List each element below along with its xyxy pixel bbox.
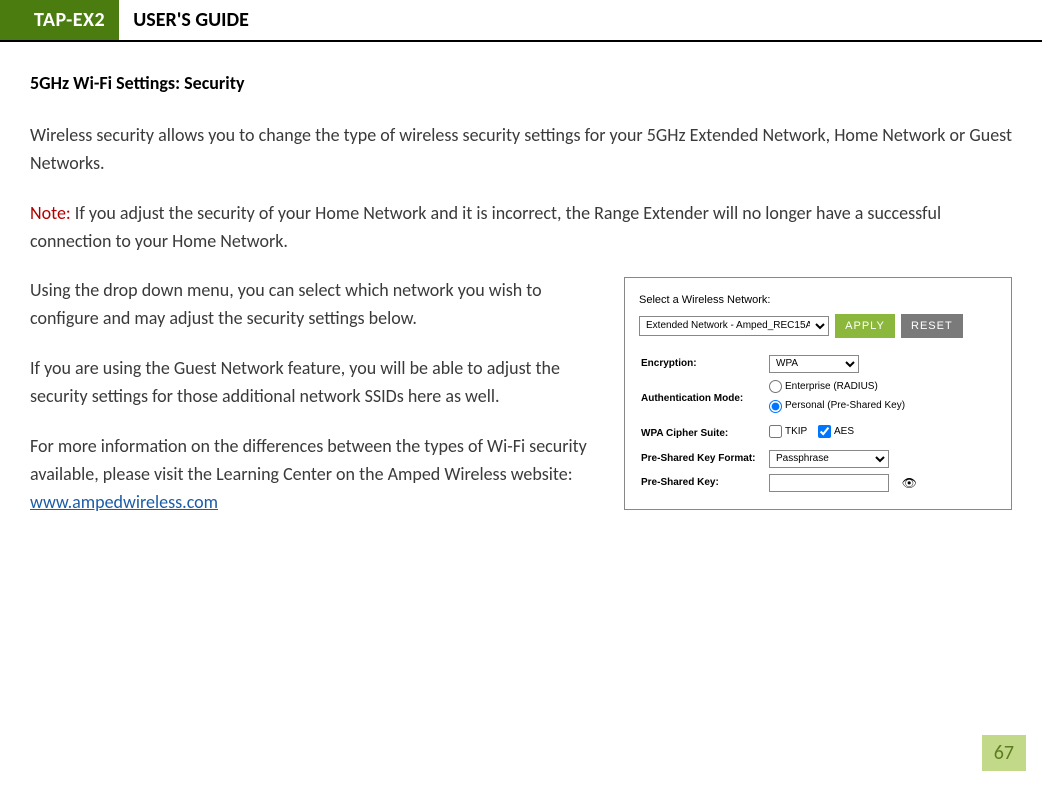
cipher-tkip-text: TKIP xyxy=(785,424,807,440)
intro-paragraph: Wireless security allows you to change t… xyxy=(30,122,1012,178)
auth-personal-radio[interactable] xyxy=(769,400,782,413)
auth-personal-option[interactable]: Personal (Pre-Shared Key) xyxy=(769,398,905,414)
page-number: 67 xyxy=(982,735,1026,771)
security-form: Encryption: WPA Authentication Mode: Ent… xyxy=(639,352,997,496)
settings-panel: Select a Wireless Network: Extended Netw… xyxy=(624,277,1012,510)
show-password-icon[interactable]: 👁 xyxy=(902,474,917,493)
auth-enterprise-radio[interactable] xyxy=(769,380,782,393)
cipher-tkip-option[interactable]: TKIP xyxy=(769,424,807,440)
note-label: Note: xyxy=(30,202,71,224)
reset-button[interactable]: RESET xyxy=(901,314,963,338)
auth-mode-label: Authentication Mode: xyxy=(639,376,767,422)
cipher-label: WPA Cipher Suite: xyxy=(639,421,767,447)
header-title: USER'S GUIDE xyxy=(119,0,263,40)
select-network-label: Select a Wireless Network: xyxy=(639,292,997,309)
apply-button[interactable]: APPLY xyxy=(835,314,895,338)
psk-format-select[interactable]: Passphrase xyxy=(769,450,889,468)
website-link[interactable]: www.ampedwireless.com xyxy=(30,491,218,513)
cipher-aes-checkbox[interactable] xyxy=(818,425,831,438)
encryption-label: Encryption: xyxy=(639,352,767,376)
cipher-aes-text: AES xyxy=(834,424,854,440)
auth-personal-text: Personal (Pre-Shared Key) xyxy=(785,398,905,414)
cipher-tkip-checkbox[interactable] xyxy=(769,425,782,438)
auth-enterprise-text: Enterprise (RADIUS) xyxy=(785,379,878,395)
select-network-row: Extended Network - Amped_REC15A_5.0 APPL… xyxy=(639,314,997,338)
header-badge: TAP-EX2 xyxy=(20,0,119,40)
cipher-aes-option[interactable]: AES xyxy=(818,424,854,440)
note-body: If you adjust the security of your Home … xyxy=(30,202,941,252)
header-accent-bar xyxy=(0,0,20,40)
more-info-text: For more information on the differences … xyxy=(30,435,587,485)
network-select[interactable]: Extended Network - Amped_REC15A_5.0 xyxy=(639,316,829,336)
section-title: 5GHz Wi-Fi Settings: Security xyxy=(30,70,1012,98)
psk-format-label: Pre-Shared Key Format: xyxy=(639,447,767,471)
psk-input[interactable] xyxy=(769,474,889,492)
note-paragraph: Note: If you adjust the security of your… xyxy=(30,200,1012,256)
psk-label: Pre-Shared Key: xyxy=(639,471,767,496)
page-content: 5GHz Wi-Fi Settings: Security Wireless s… xyxy=(0,70,1042,539)
auth-enterprise-option[interactable]: Enterprise (RADIUS) xyxy=(769,379,878,395)
encryption-select[interactable]: WPA xyxy=(769,355,859,373)
page-header: TAP-EX2 USER'S GUIDE xyxy=(0,0,1042,42)
